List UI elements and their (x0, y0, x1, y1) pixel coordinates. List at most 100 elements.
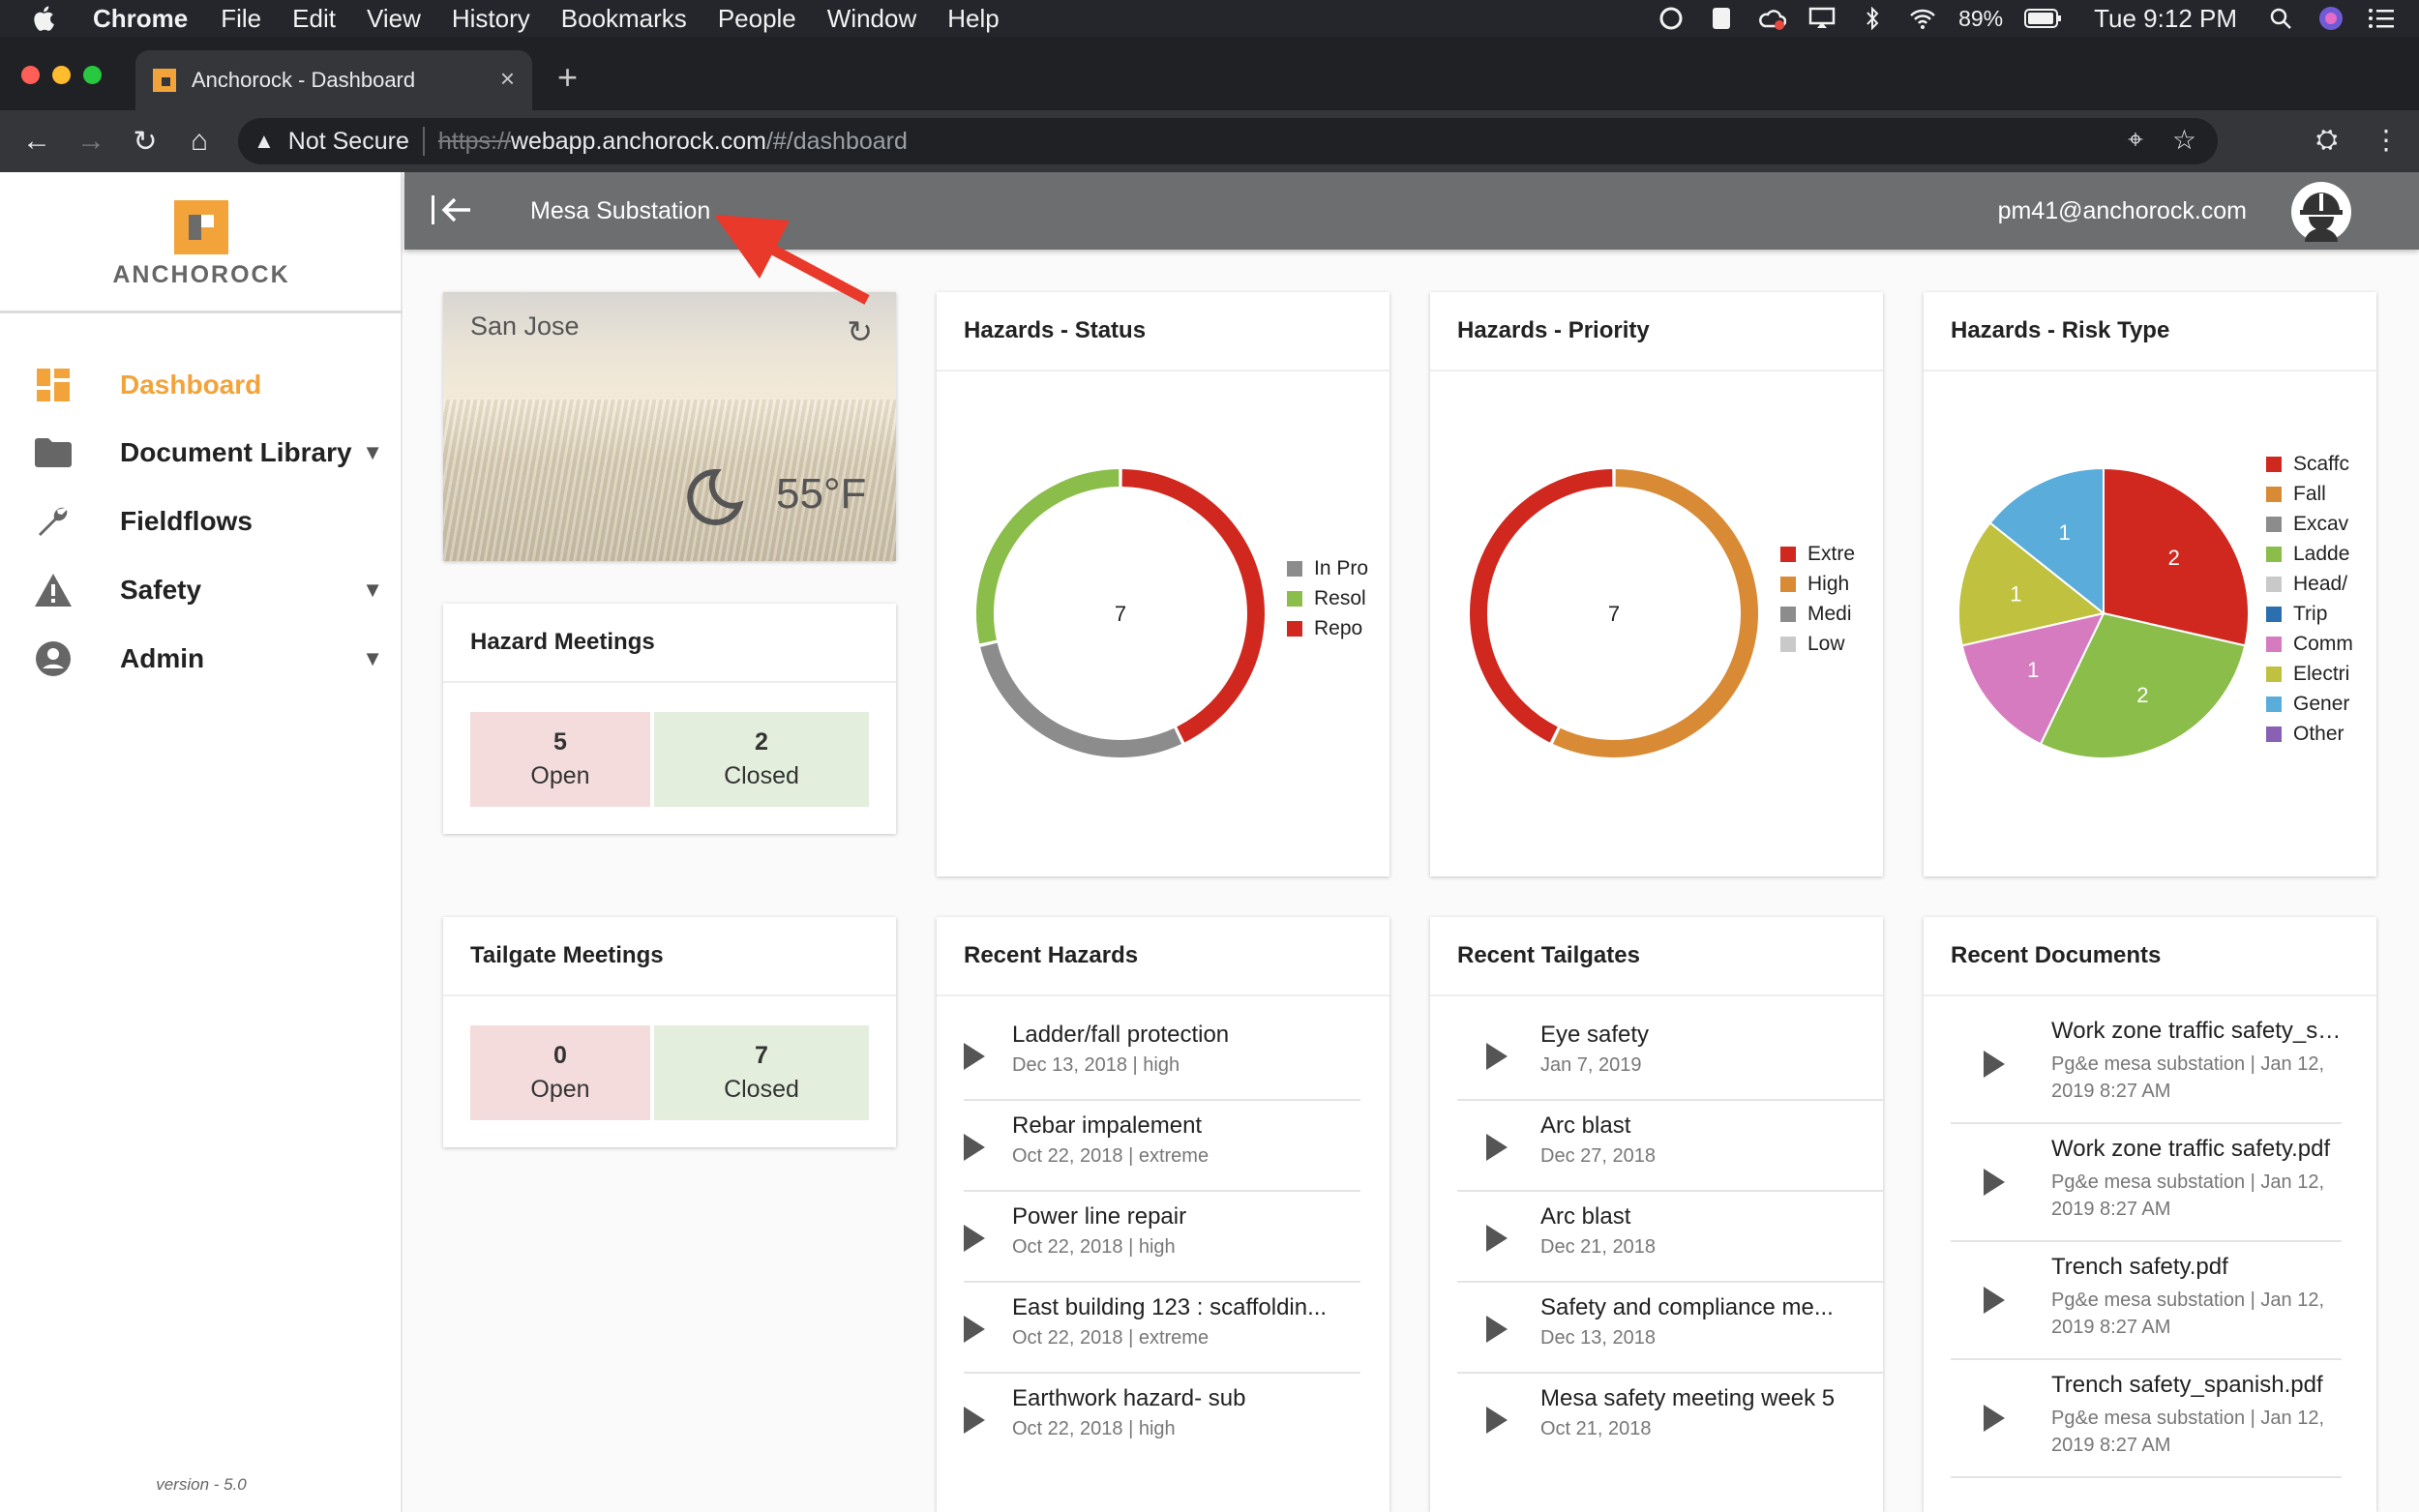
window-close-button[interactable] (21, 66, 40, 84)
sidebar-item-document-library[interactable]: Document Library ▼ (0, 424, 403, 482)
legend-item[interactable]: Electri (2266, 659, 2363, 689)
back-icon[interactable]: ← (10, 125, 64, 158)
new-tab-icon[interactable]: + (557, 60, 578, 95)
menubar-clock[interactable]: Tue 9:12 PM (2094, 4, 2237, 34)
list-item[interactable]: Arc blast Dec 21, 2018 (1457, 1192, 1883, 1283)
chevron-down-icon[interactable]: ▼ (362, 578, 383, 603)
chrome-menu-icon[interactable]: ⋮ (2373, 124, 2400, 156)
list-item[interactable]: Safety and compliance me... Dec 13, 2018 (1457, 1283, 1883, 1374)
sidebar-item-fieldflows[interactable]: Fieldflows (0, 492, 403, 550)
list-item[interactable]: Rebar impalement Oct 22, 2018 | extreme (964, 1101, 1360, 1192)
legend-item[interactable]: High (1780, 569, 1869, 599)
menu-history[interactable]: History (452, 4, 530, 34)
list-item[interactable]: Mesa safety meeting week 5 Oct 21, 2018 (1457, 1374, 1883, 1465)
user-email[interactable]: pm41@anchorock.com (1998, 197, 2247, 225)
refresh-icon[interactable]: ↻ (847, 313, 873, 350)
wifi-icon[interactable] (1908, 4, 1937, 33)
legend-item[interactable]: Fall (2266, 479, 2363, 509)
anchorock-logo[interactable]: ANCHOROCK (0, 172, 403, 313)
menu-help[interactable]: Help (947, 4, 999, 34)
notes-icon[interactable] (1707, 4, 1736, 33)
legend-item[interactable]: Resol (1287, 583, 1376, 613)
legend-item[interactable]: Medi (1780, 599, 1869, 629)
sidebar-item-dashboard[interactable]: Dashboard (0, 356, 403, 414)
sidebar-item-safety[interactable]: Safety ▼ (0, 561, 403, 619)
tab-close-icon[interactable]: × (500, 64, 515, 94)
menu-file[interactable]: File (221, 4, 261, 34)
window-zoom-button[interactable] (83, 66, 102, 84)
legend-item[interactable]: Excav (2266, 509, 2363, 539)
list-item[interactable]: Power line repair Oct 22, 2018 | high (964, 1192, 1360, 1283)
security-label[interactable]: Not Secure (288, 128, 409, 156)
bluetooth-icon[interactable] (1858, 4, 1887, 33)
location-icon[interactable]: ⌖ (2128, 124, 2143, 156)
list-item[interactable]: Work zone traffic safety.pdf Pg&e mesa s… (1951, 1124, 2342, 1242)
donut-segment-high[interactable] (1552, 469, 1758, 757)
forward-icon[interactable]: → (64, 125, 118, 158)
play-icon[interactable] (964, 1134, 985, 1161)
home-icon[interactable]: ⌂ (172, 125, 226, 158)
menu-edit[interactable]: Edit (292, 4, 336, 34)
donut-segment-in-pro[interactable] (980, 642, 1182, 757)
list-item[interactable]: Arc blast Dec 27, 2018 (1457, 1101, 1883, 1192)
legend-item[interactable]: In Pro (1287, 553, 1376, 583)
cloud-sync-icon[interactable] (1757, 4, 1787, 33)
spotlight-search-icon[interactable] (2266, 4, 2295, 33)
battery-icon[interactable] (2024, 4, 2063, 33)
play-icon[interactable] (1984, 1169, 2005, 1196)
legend-item[interactable]: Ladde (2266, 539, 2363, 569)
legend-item[interactable]: Trip (2266, 599, 2363, 629)
site-name[interactable]: Mesa Substation (530, 197, 710, 225)
list-item[interactable]: Earthwork hazard- sub Oct 22, 2018 | hig… (964, 1374, 1360, 1465)
list-item[interactable]: East building 123 : scaffoldin... Oct 22… (964, 1283, 1360, 1374)
list-item[interactable]: Ladder/fall protection Dec 13, 2018 | hi… (964, 1010, 1360, 1101)
menubar-app-name[interactable]: Chrome (93, 4, 188, 34)
avatar[interactable] (2291, 182, 2351, 242)
legend-item[interactable]: Extre (1780, 539, 1869, 569)
window-minimize-button[interactable] (52, 66, 71, 84)
donut-segment-extre[interactable] (1470, 469, 1613, 743)
play-icon[interactable] (964, 1407, 985, 1434)
menu-people[interactable]: People (718, 4, 796, 34)
play-icon[interactable] (964, 1316, 985, 1343)
sidebar-item-admin[interactable]: Admin ▼ (0, 630, 403, 688)
creative-cloud-icon[interactable] (1657, 4, 1686, 33)
tailgate-meetings-open[interactable]: 0 Open (470, 1025, 650, 1120)
legend-item[interactable]: Low (1780, 629, 1869, 659)
legend-item[interactable]: Gener (2266, 689, 2363, 719)
legend-item[interactable]: Scaffc (2266, 449, 2363, 479)
play-icon[interactable] (1486, 1134, 1508, 1161)
reload-icon[interactable]: ↻ (118, 125, 172, 159)
list-item[interactable]: Trench safety.pdf Pg&e mesa substation |… (1951, 1242, 2342, 1360)
legend-item[interactable]: Other (2266, 719, 2363, 749)
play-icon[interactable] (1486, 1043, 1508, 1070)
chevron-down-icon[interactable]: ▼ (362, 646, 383, 671)
menu-view[interactable]: View (367, 4, 421, 34)
legend-item[interactable]: Repo (1287, 613, 1376, 643)
list-item[interactable]: Trench safety_spanish.pdf Pg&e mesa subs… (1951, 1360, 2342, 1478)
menu-bookmarks[interactable]: Bookmarks (561, 4, 687, 34)
chevron-down-icon[interactable]: ▼ (362, 440, 383, 465)
play-icon[interactable] (1486, 1407, 1508, 1434)
list-item[interactable]: Eye safety Jan 7, 2019 (1457, 1010, 1883, 1101)
play-icon[interactable] (1984, 1051, 2005, 1078)
menu-window[interactable]: Window (827, 4, 916, 34)
hazard-meetings-closed[interactable]: 2 Closed (654, 712, 869, 807)
browser-tab-active[interactable]: Anchorock - Dashboard × (135, 50, 532, 110)
legend-item[interactable]: Head/ (2266, 569, 2363, 599)
address-bar[interactable]: ▲ Not Secure https:// webapp.anchorock.c… (238, 118, 2218, 164)
donut-segment-repo[interactable] (1121, 469, 1265, 743)
hazard-meetings-open[interactable]: 5 Open (470, 712, 650, 807)
bookmark-star-icon[interactable]: ☆ (2172, 124, 2196, 156)
play-icon[interactable] (1486, 1316, 1508, 1343)
play-icon[interactable] (1984, 1287, 2005, 1314)
list-item[interactable]: Work zone traffic safety_sp... Pg&e mesa… (1951, 1006, 2342, 1124)
tailgate-meetings-closed[interactable]: 7 Closed (654, 1025, 869, 1120)
donut-segment-resol[interactable] (976, 469, 1120, 644)
apple-icon[interactable] (29, 3, 60, 34)
airplay-icon[interactable] (1807, 4, 1837, 33)
play-icon[interactable] (1486, 1225, 1508, 1252)
play-icon[interactable] (964, 1043, 985, 1070)
not-secure-warning-icon[interactable]: ▲ (254, 129, 275, 154)
play-icon[interactable] (964, 1225, 985, 1252)
